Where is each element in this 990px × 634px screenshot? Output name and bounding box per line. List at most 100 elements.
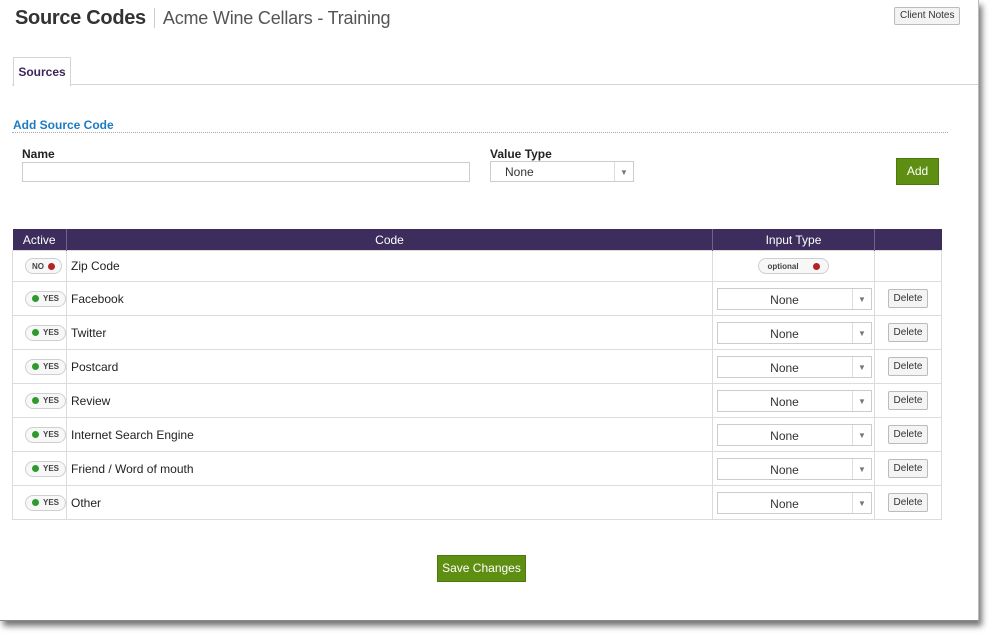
title-divider [153, 8, 155, 28]
actions-cell: Delete [874, 383, 942, 418]
delete-button[interactable]: Delete [887, 459, 929, 478]
chevron-down-icon: ▼ [852, 323, 871, 343]
status-dot-icon [48, 262, 55, 270]
delete-button[interactable]: Delete [887, 425, 929, 444]
input-type-selected: None [770, 429, 799, 443]
chevron-down-icon: ▼ [852, 459, 871, 479]
table-header-row: Active Code Input Type [12, 229, 942, 251]
active-cell: YES [12, 383, 67, 418]
toggle-label: YES [43, 362, 60, 371]
delete-button[interactable]: Delete [887, 289, 929, 308]
table-row: YES Review None ▼ Delete [12, 383, 942, 418]
input-type-selected: None [770, 327, 799, 341]
actions-cell: Delete [874, 315, 942, 350]
actions-cell: Delete [874, 451, 942, 486]
input-type-select[interactable]: None ▼ [717, 458, 872, 480]
input-type-selected: None [770, 293, 799, 307]
toggle-label: YES [43, 294, 60, 303]
tabs-divider [12, 84, 978, 85]
code-cell: Postcard [66, 349, 713, 384]
save-changes-button[interactable]: Save Changes [437, 555, 526, 582]
optional-label: optional [767, 261, 799, 271]
delete-button[interactable]: Delete [887, 493, 929, 512]
page-title: Source Codes [15, 6, 146, 29]
chevron-down-icon: ▼ [852, 425, 871, 445]
table-row: YES Internet Search Engine None ▼ Delete [12, 417, 942, 452]
code-cell: Facebook [66, 281, 713, 316]
page-subtitle: Acme Wine Cellars - Training [162, 7, 391, 28]
active-cell: YES [12, 485, 67, 520]
status-dot-icon [32, 499, 39, 506]
active-toggle[interactable]: NO [25, 258, 62, 275]
client-notes-button[interactable]: Client Notes [894, 7, 961, 25]
input-type-select[interactable]: None ▼ [717, 356, 872, 378]
input-type-select[interactable]: None ▼ [717, 424, 872, 446]
value-type-selected: None [505, 165, 534, 179]
add-button[interactable]: Add [896, 158, 939, 185]
toggle-label: YES [43, 498, 60, 507]
chevron-down-icon: ▼ [852, 289, 871, 309]
column-header-input-type: Input Type [712, 229, 875, 251]
code-cell: Other [66, 485, 713, 520]
input-type-select[interactable]: None ▼ [717, 390, 872, 412]
active-cell: YES [12, 315, 67, 350]
section-divider [12, 132, 948, 133]
code-cell: Friend / Word of mouth [66, 451, 713, 486]
code-cell: Internet Search Engine [66, 417, 713, 452]
input-type-cell: None ▼ [712, 315, 875, 350]
active-toggle[interactable]: YES [25, 426, 67, 443]
active-toggle[interactable]: YES [25, 324, 67, 341]
column-header-actions [874, 229, 942, 251]
active-cell: YES [12, 451, 67, 486]
toggle-label: YES [43, 328, 60, 337]
value-type-select[interactable]: None ▼ [490, 161, 634, 182]
code-cell: Zip Code [66, 250, 713, 282]
input-type-select[interactable]: None ▼ [717, 288, 872, 310]
actions-cell [874, 250, 942, 282]
active-cell: YES [12, 349, 67, 384]
active-toggle[interactable]: YES [25, 290, 67, 307]
chevron-down-icon: ▼ [614, 162, 633, 181]
input-type-select[interactable]: None ▼ [717, 492, 872, 514]
status-dot-icon [32, 431, 39, 438]
optional-toggle[interactable]: optional [758, 258, 829, 275]
active-toggle[interactable]: YES [25, 494, 67, 511]
status-dot-icon [32, 465, 39, 472]
input-type-selected: None [770, 395, 799, 409]
actions-cell: Delete [874, 417, 942, 452]
table-row: YES Twitter None ▼ Delete [12, 315, 942, 350]
table-row: NO Zip Code optional [12, 250, 942, 282]
chevron-down-icon: ▼ [852, 391, 871, 411]
page-header: Source Codes Acme Wine Cellars - Trainin… [15, 4, 391, 32]
code-cell: Twitter [66, 315, 713, 350]
value-type-label: Value Type [490, 147, 552, 161]
toggle-label: NO [32, 261, 44, 271]
chevron-down-icon: ▼ [852, 493, 871, 513]
tab-sources[interactable]: Sources [13, 57, 71, 87]
table-row: YES Postcard None ▼ Delete [12, 349, 942, 384]
name-label: Name [22, 147, 55, 161]
name-input[interactable] [22, 162, 470, 182]
input-type-cell: None ▼ [712, 417, 875, 452]
input-type-select[interactable]: None ▼ [717, 322, 872, 344]
delete-button[interactable]: Delete [887, 391, 929, 410]
input-type-selected: None [770, 497, 799, 511]
active-toggle[interactable]: YES [25, 358, 67, 375]
delete-button[interactable]: Delete [887, 357, 929, 376]
status-dot-icon [32, 295, 39, 302]
column-header-active: Active [12, 229, 67, 251]
toggle-label: YES [43, 464, 60, 473]
actions-cell: Delete [874, 485, 942, 520]
delete-button[interactable]: Delete [887, 323, 929, 342]
app-window: Source Codes Acme Wine Cellars - Trainin… [0, 0, 979, 621]
actions-cell: Delete [874, 281, 942, 316]
status-dot-icon [32, 329, 39, 336]
active-toggle[interactable]: YES [25, 392, 67, 409]
active-toggle[interactable]: YES [25, 460, 67, 477]
input-type-selected: None [770, 361, 799, 375]
input-type-cell: optional [712, 250, 875, 282]
table-row: YES Friend / Word of mouth None ▼ Delete [12, 451, 942, 486]
input-type-selected: None [770, 463, 799, 477]
actions-cell: Delete [874, 349, 942, 384]
table-row: YES Other None ▼ Delete [12, 485, 942, 520]
